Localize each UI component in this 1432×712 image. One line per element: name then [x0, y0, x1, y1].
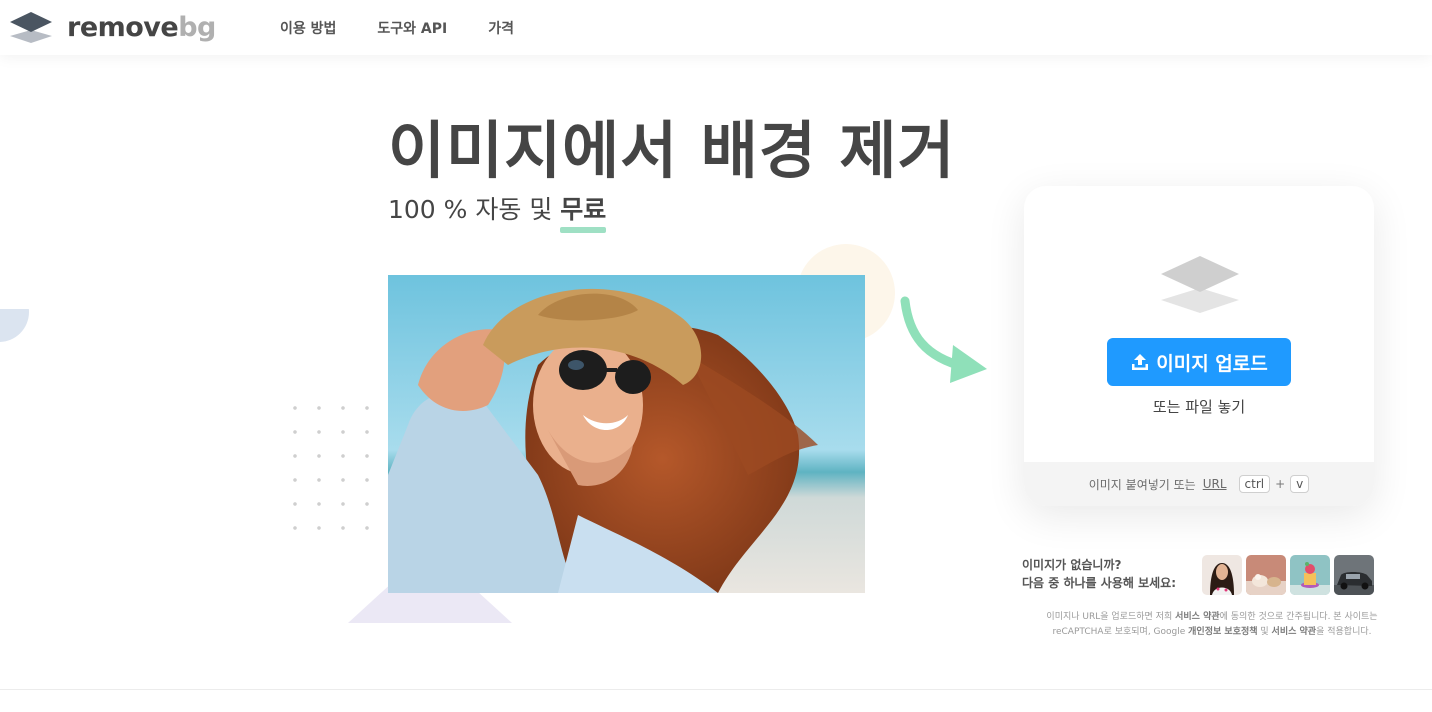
- legal-text-1: 이미지나 URL을 업로드하면 저희: [1046, 612, 1176, 622]
- logo-text-accent: bg: [178, 11, 216, 43]
- nav-pricing[interactable]: 가격: [488, 18, 514, 38]
- top-header: removebg 이용 방법 도구와 API 가격: [0, 0, 1432, 55]
- v-key: v: [1290, 475, 1310, 493]
- logo-wordmark: removebg: [67, 12, 216, 43]
- layers-logo-icon: [10, 10, 52, 44]
- terms-link-1[interactable]: 서비스 약관: [1175, 612, 1220, 622]
- sample-prompt: 이미지가 없습니까? 다음 중 하나를 사용해 보세요:: [1022, 556, 1176, 592]
- paste-text: 이미지 붙여넣기 또는: [1088, 477, 1196, 492]
- logo-text-main: remove: [67, 11, 179, 43]
- sample-prompt-line2: 다음 중 하나를 사용해 보세요:: [1022, 576, 1176, 590]
- removebg-logo[interactable]: removebg: [10, 10, 216, 44]
- decorative-dot-grid: [283, 396, 383, 546]
- page-title: 이미지에서 배경 제거: [388, 114, 956, 187]
- sample-prompt-line1: 이미지가 없습니까?: [1022, 558, 1122, 572]
- upload-image-button[interactable]: 이미지 업로드: [1107, 338, 1291, 386]
- shortcut-plus: +: [1275, 477, 1286, 491]
- privacy-policy-link[interactable]: 개인정보 보호정책: [1188, 627, 1257, 637]
- upload-card[interactable]: 이미지 업로드 또는 파일 놓기 이미지 붙여넣기 또는 URL ctrl + …: [1024, 186, 1374, 506]
- decorative-half-circle: [0, 309, 29, 342]
- layers-placeholder-icon: [1159, 254, 1241, 314]
- legal-text-4: 을 적용합니다.: [1316, 627, 1372, 637]
- sample-thumb-car[interactable]: [1334, 555, 1374, 595]
- hero-subtitle: 100 % 자동 및 무료: [388, 190, 607, 233]
- sample-thumb-animals[interactable]: [1246, 555, 1286, 595]
- upload-button-label: 이미지 업로드: [1156, 352, 1268, 375]
- drop-file-text: 또는 파일 놓기: [1152, 398, 1246, 416]
- paste-bar: 이미지 붙여넣기 또는 URL ctrl + v: [1024, 462, 1374, 506]
- subtitle-free: 무료: [560, 190, 607, 233]
- ctrl-key: ctrl: [1238, 475, 1271, 493]
- hero-example-photo: [388, 275, 865, 593]
- terms-link-2[interactable]: 서비스 약관: [1272, 627, 1317, 637]
- section-divider: [0, 689, 1432, 690]
- nav-how-to-use[interactable]: 이용 방법: [280, 18, 336, 38]
- subtitle-prefix: 100 % 자동 및: [388, 195, 561, 224]
- legal-text-3: 및: [1257, 627, 1272, 637]
- main-nav: 이용 방법 도구와 API 가격: [280, 18, 555, 38]
- sample-thumb-woman[interactable]: [1202, 555, 1242, 595]
- curved-arrow-icon: [895, 295, 995, 390]
- legal-notice: 이미지나 URL을 업로드하면 저희 서비스 약관에 동의한 것으로 간주됩니다…: [1022, 610, 1402, 640]
- nav-tools-api[interactable]: 도구와 API: [377, 18, 447, 38]
- url-link[interactable]: URL: [1203, 477, 1227, 491]
- upload-icon: [1130, 352, 1150, 372]
- sample-thumbnails: [1202, 555, 1374, 595]
- sample-thumb-cake[interactable]: [1290, 555, 1330, 595]
